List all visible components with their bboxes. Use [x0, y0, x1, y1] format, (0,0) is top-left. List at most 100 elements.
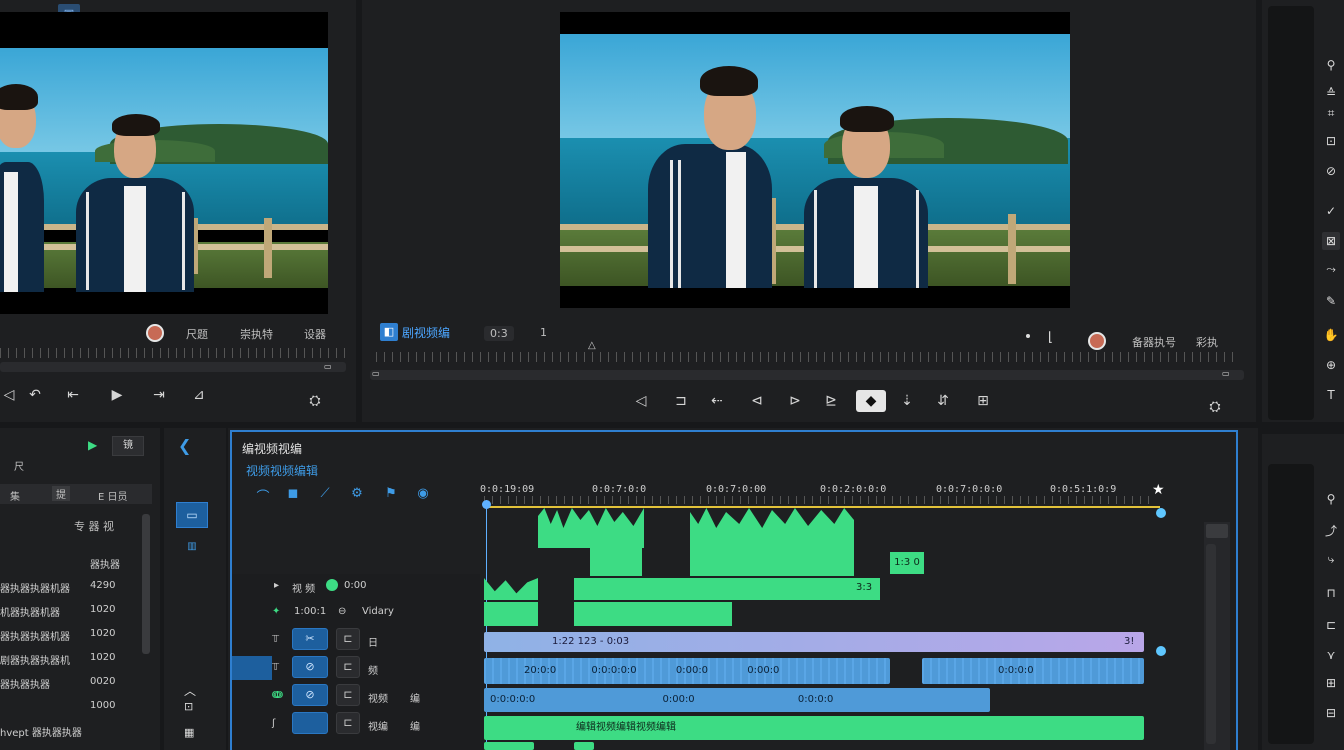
scrollbar-start-icon[interactable]: ▭ — [372, 369, 380, 378]
timeline-clip[interactable] — [484, 742, 534, 750]
tool-ripple-icon[interactable]: ⤷ — [1322, 550, 1340, 568]
snap-icon[interactable]: ⌒ — [254, 486, 272, 505]
audio-clip-block[interactable] — [484, 602, 538, 626]
project-tab[interactable]: 镜 — [112, 436, 144, 456]
list-item-name[interactable]: 剧器执器执器机 — [0, 652, 70, 667]
audio-clip-block[interactable] — [690, 548, 854, 576]
tool-hand-icon[interactable]: ✋ — [1322, 326, 1340, 344]
go-to-out-icon[interactable]: ◆ — [856, 390, 886, 412]
source-scrollbar[interactable] — [0, 362, 346, 372]
tool-zoom-icon[interactable]: ⊕ — [1322, 356, 1340, 374]
target-icon[interactable]: ◉ — [414, 486, 432, 502]
track-icon[interactable]: 𝕋 — [272, 662, 279, 673]
scrollbar-end-icon[interactable]: ▭ — [324, 362, 342, 372]
bracket-icon[interactable]: ⌊ — [1048, 330, 1053, 345]
program-status-icon[interactable] — [1088, 332, 1106, 350]
add-marker-icon[interactable]: ⟋ — [316, 486, 334, 502]
mark-out-icon[interactable]: ↶ — [22, 384, 48, 406]
track-target-button[interactable]: ✂ — [292, 628, 328, 650]
list-item-name[interactable]: 器执器执器机器 — [0, 628, 70, 643]
program-time-ruler[interactable] — [376, 352, 1240, 362]
project-menu-item[interactable]: 提 — [52, 486, 70, 501]
end-marker[interactable] — [1156, 508, 1166, 518]
insert-icon[interactable]: ⇣ — [894, 390, 920, 412]
timeline-scrollbar-thumb[interactable] — [1206, 524, 1228, 538]
tool-roll-icon[interactable]: ⊡ — [1322, 132, 1340, 150]
audio-clip-block[interactable]: 1:3 0 — [890, 552, 924, 574]
tool-hand-icon[interactable]: ⊟ — [1322, 704, 1340, 722]
track-status-icon[interactable] — [326, 579, 338, 591]
mark-in-icon[interactable]: ◁ — [628, 390, 654, 412]
mark-in-icon[interactable]: ◁ — [0, 384, 22, 406]
tool-slip-icon[interactable]: ⋎ — [1322, 646, 1340, 664]
work-area-bar[interactable] — [488, 506, 1160, 508]
tool-select-icon[interactable]: ⚲ — [1322, 490, 1340, 508]
tool-pen-icon[interactable]: ⊞ — [1322, 674, 1340, 692]
tool-ripple-icon[interactable]: ⌗ — [1322, 104, 1340, 122]
tool-slip-icon[interactable]: ⤳ — [1322, 260, 1340, 278]
track-icon[interactable]: ʃ — [272, 718, 275, 729]
program-scrollbar[interactable] — [370, 370, 1244, 380]
tool-select-icon[interactable]: ⚲ — [1322, 56, 1340, 74]
timeline-clip[interactable] — [574, 742, 594, 750]
project-menu-item[interactable]: E 日员 — [98, 488, 128, 503]
track-icon[interactable]: 𝕋 — [272, 634, 279, 645]
track-target-button[interactable]: ⊘ — [292, 656, 328, 678]
timeline-ruler[interactable] — [484, 496, 1150, 504]
step-forward-icon[interactable]: ⊵ — [818, 390, 844, 412]
chevron-up-icon[interactable]: ︿ — [184, 682, 196, 699]
lock-icon[interactable]: ⊡ — [184, 700, 193, 713]
overwrite-icon[interactable]: ⇵ — [930, 390, 956, 412]
track-target-button[interactable]: ⊘ — [292, 684, 328, 706]
grid-icon[interactable]: ▦ — [184, 726, 194, 739]
program-settings-icon[interactable]: ⛭ — [1202, 396, 1228, 418]
timeline-clip[interactable]: 0:0:0:0:0 0:00:0 0:0:0:0 — [484, 688, 990, 712]
captions-icon[interactable]: ⚑ — [382, 486, 400, 502]
source-status-icon[interactable] — [146, 324, 164, 342]
tool-track-icon[interactable]: ⤴ — [1322, 522, 1340, 540]
tool-razor-icon[interactable]: ⊠ — [1322, 232, 1340, 250]
tool-track-icon[interactable]: ≙ — [1322, 84, 1340, 102]
star-marker-icon[interactable]: ★ — [1152, 482, 1165, 498]
export-frame-icon[interactable]: ⊞ — [970, 390, 996, 412]
tool-type-icon[interactable]: T — [1322, 386, 1340, 404]
project-play-icon[interactable]: ▶ — [88, 438, 97, 452]
list-item-name[interactable]: 器执器执器 — [0, 676, 50, 691]
playhead-triangle-icon[interactable]: △ — [588, 340, 596, 351]
mark-out-icon[interactable]: ⊐ — [668, 390, 694, 412]
tool-roll-icon[interactable]: ⊓ — [1322, 584, 1340, 602]
timeline-clip[interactable]: 1:22 123 - 0:03 — [484, 632, 1144, 652]
track-toggle-icon[interactable]: ▸ — [274, 580, 279, 591]
project-menu-item[interactable]: 尺 — [14, 458, 24, 473]
play-icon[interactable]: ▶ — [104, 384, 130, 406]
source-settings-icon[interactable]: ⛭ — [302, 390, 328, 412]
linked-selection-icon[interactable]: ◼ — [284, 486, 302, 502]
timeline-clip[interactable]: 0:0:0:0 — [922, 658, 1144, 684]
collapse-icon[interactable]: ❮ — [178, 436, 191, 455]
track-mute-button[interactable]: ⊏ — [336, 628, 360, 650]
project-scrollbar[interactable] — [142, 514, 150, 654]
timeline-scrollbar-track[interactable] — [1206, 544, 1216, 744]
step-back-icon[interactable]: ⊲ — [744, 390, 770, 412]
program-title-badge[interactable]: ◧ 剧视频编 — [380, 322, 450, 342]
list-item-name[interactable]: 器执器执器机器 — [0, 580, 70, 595]
audio-clip-block[interactable] — [590, 548, 642, 576]
play-icon[interactable]: ⊳ — [782, 390, 808, 412]
go-to-in-icon[interactable]: ⇠ — [704, 390, 730, 412]
timeline-clip[interactable]: 编辑视频编辑视频编辑 — [484, 716, 1144, 740]
project-menu-item[interactable]: 集 — [10, 488, 20, 503]
track-target-button[interactable] — [292, 712, 328, 734]
track-icon[interactable]: ✦ — [272, 606, 280, 617]
end-marker[interactable] — [1156, 646, 1166, 656]
tool-pen-icon[interactable]: ✎ — [1322, 292, 1340, 310]
step-back-icon[interactable]: ⇤ — [60, 384, 86, 406]
tool-check-icon[interactable]: ✓ — [1322, 202, 1340, 220]
export-frame-icon[interactable]: ⊿ — [186, 384, 212, 406]
track-lock-icon[interactable]: ⊖ — [338, 606, 346, 617]
step-forward-icon[interactable]: ⇥ — [146, 384, 172, 406]
track-mute-button[interactable]: ⊏ — [336, 712, 360, 734]
program-timecode[interactable]: 0:3 — [484, 326, 514, 341]
tool-rate-icon[interactable]: ⊘ — [1322, 162, 1340, 180]
scrollbar-end-icon[interactable]: ▭ — [1222, 369, 1230, 378]
timeline-subtitle[interactable]: 视频视频编辑 — [246, 462, 318, 479]
